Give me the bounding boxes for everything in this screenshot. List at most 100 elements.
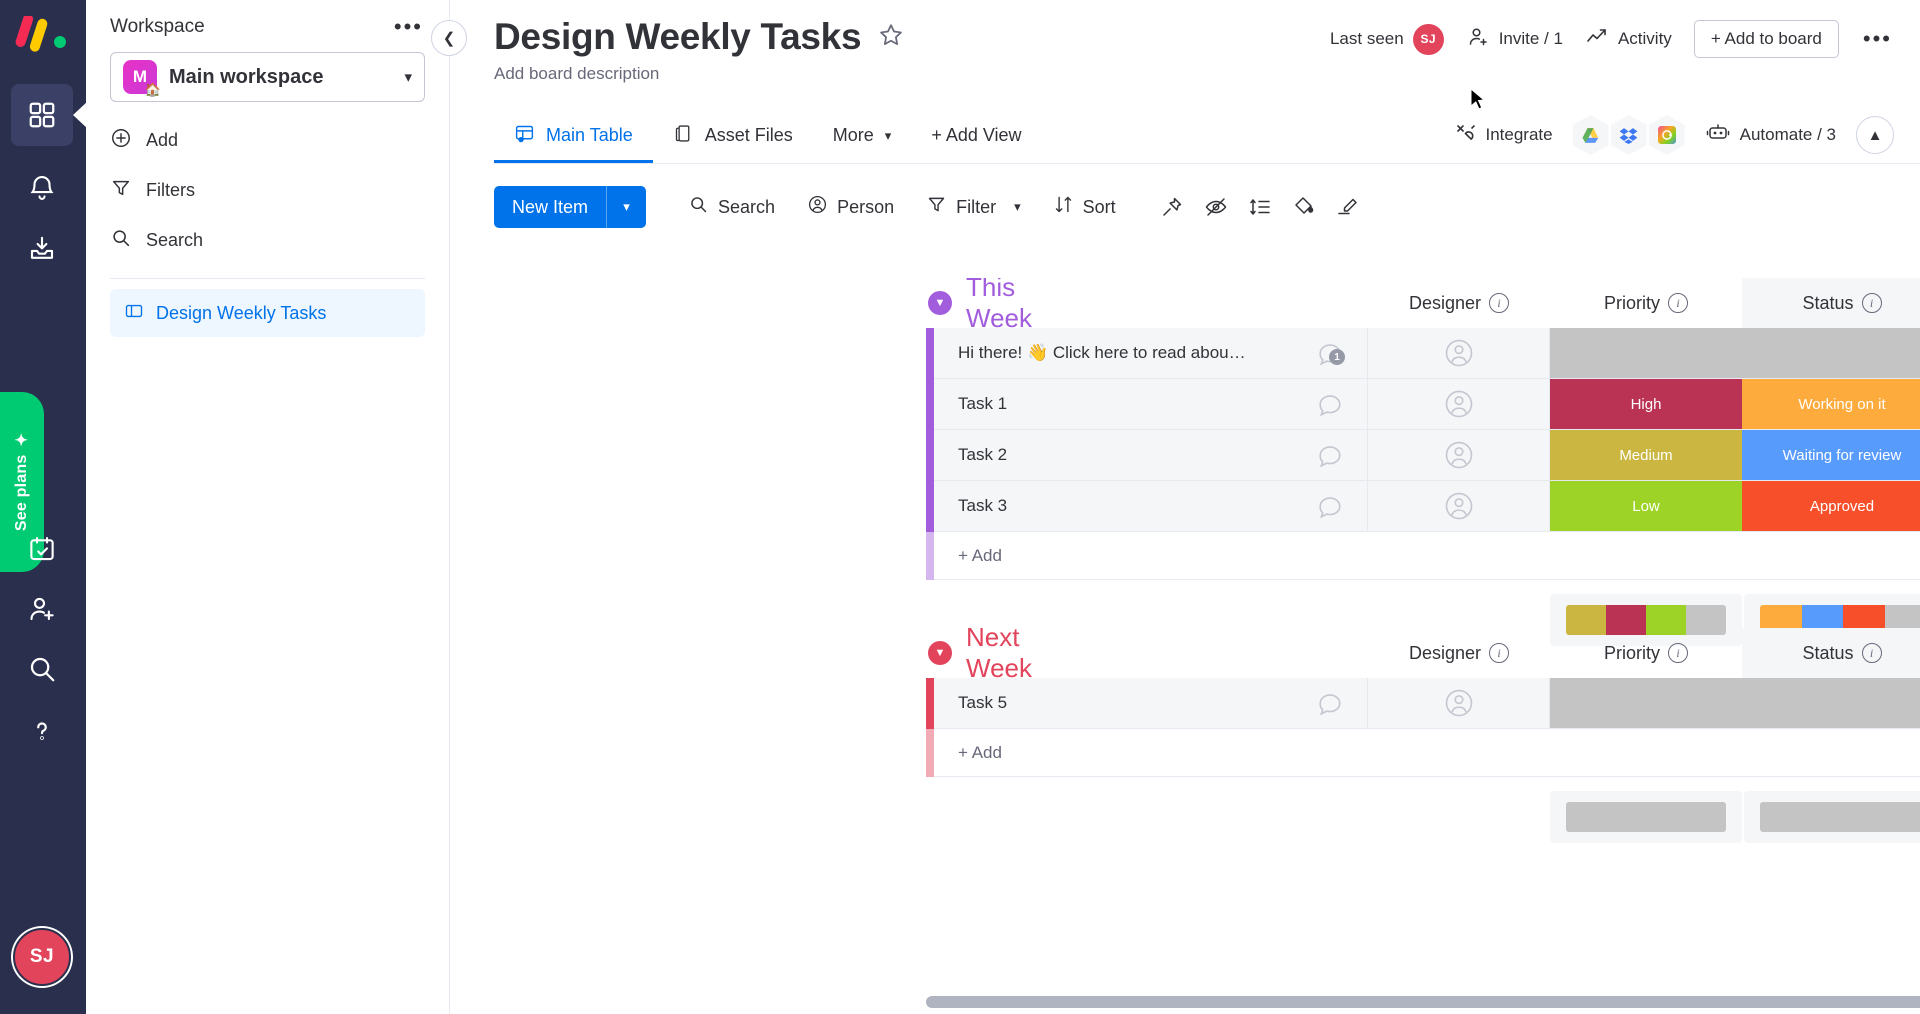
sidebar-collapse-button[interactable]: ❮ — [431, 20, 467, 56]
board-description[interactable]: Add board description — [494, 64, 1894, 84]
collapse-header-button[interactable]: ▲ — [1856, 116, 1894, 154]
user-avatar[interactable]: SJ — [13, 928, 71, 986]
item-name-text: Task 3 — [958, 496, 1007, 516]
tab-asset-files[interactable]: Asset Files — [653, 111, 813, 163]
last-seen[interactable]: Last seen SJ — [1330, 24, 1444, 55]
add-item-label: + Add — [958, 743, 1002, 763]
column-header-designer[interactable]: Designer i — [1368, 628, 1550, 678]
edit-pen-icon[interactable] — [1326, 186, 1370, 228]
integrate-button[interactable]: Integrate — [1453, 121, 1553, 150]
sidebar-item-design-weekly-tasks[interactable]: Design Weekly Tasks — [110, 289, 425, 337]
invite-button[interactable]: Invite / 1 — [1466, 25, 1563, 54]
row-group-color — [926, 678, 934, 729]
info-icon[interactable]: i — [1489, 293, 1509, 313]
sidebar-item-add[interactable]: Add — [110, 118, 425, 162]
filter-button[interactable]: Filter ▾ — [910, 186, 1037, 228]
sidebar-item-search-label: Search — [146, 230, 203, 251]
add-view-button[interactable]: + Add View — [911, 111, 1041, 163]
cell-status[interactable] — [1742, 328, 1920, 379]
tab-more[interactable]: More ▾ — [813, 111, 912, 163]
info-icon[interactable]: i — [1862, 293, 1882, 313]
add-item-row[interactable]: + Add — [934, 532, 1920, 580]
cell-priority[interactable]: Medium — [1550, 430, 1742, 481]
hide-eye-icon[interactable] — [1194, 186, 1238, 228]
status-label: Working on it — [1798, 396, 1885, 413]
column-header-designer[interactable]: Designer i — [1368, 278, 1550, 328]
rail-item-my-work[interactable] — [11, 518, 73, 580]
rail-item-notifications[interactable] — [11, 156, 73, 218]
info-icon[interactable]: i — [1668, 293, 1688, 313]
cell-priority[interactable] — [1550, 678, 1742, 729]
page-title[interactable]: Design Weekly Tasks — [494, 16, 861, 58]
google-drive-icon[interactable] — [1573, 115, 1609, 155]
sidebar-item-search[interactable]: Search — [110, 218, 425, 262]
sidebar-item-filters[interactable]: Filters — [110, 168, 425, 212]
color-fill-icon[interactable] — [1282, 186, 1326, 228]
summary-bar[interactable] — [1566, 802, 1726, 832]
cell-status[interactable]: Working on it — [1742, 379, 1920, 430]
add-item-row[interactable]: + Add — [934, 729, 1920, 777]
search-button[interactable]: Search — [672, 186, 791, 228]
cell-designer[interactable] — [1368, 481, 1550, 532]
dropbox-icon[interactable] — [1611, 115, 1647, 155]
monday-logo[interactable] — [14, 16, 70, 60]
column-header-status[interactable]: Status i — [1742, 628, 1920, 678]
pin-icon[interactable] — [1150, 186, 1194, 228]
tab-main-table[interactable]: Main Table — [494, 111, 653, 163]
automate-button[interactable]: Automate / 3 — [1705, 122, 1836, 149]
cell-item-name[interactable]: Task 1 — [934, 379, 1368, 430]
cell-priority[interactable]: High — [1550, 379, 1742, 430]
rail-item-invite[interactable] — [11, 578, 73, 640]
cell-designer[interactable] — [1368, 328, 1550, 379]
sparkle-icon: ✦ — [12, 433, 32, 447]
chevron-down-icon[interactable]: ▾ — [1014, 199, 1021, 215]
group-collapse-caret-icon[interactable]: ▼ — [928, 291, 952, 315]
last-seen-avatar[interactable]: SJ — [1413, 24, 1444, 55]
horizontal-scrollbar[interactable] — [926, 996, 1920, 1008]
cell-designer[interactable] — [1368, 678, 1550, 729]
sort-button[interactable]: Sort — [1037, 186, 1132, 228]
person-filter-button[interactable]: Person — [791, 186, 910, 228]
rail-item-inbox[interactable] — [11, 218, 73, 280]
view-tabs: Main Table Asset Files More ▾ + Add View — [494, 110, 1920, 164]
cell-priority[interactable] — [1550, 328, 1742, 379]
column-header-priority[interactable]: Priority i — [1550, 278, 1742, 328]
cell-priority[interactable]: Low — [1550, 481, 1742, 532]
group-this-week: ▼ This Week Designer i Priority i Status… — [450, 278, 926, 328]
invite-label: Invite / 1 — [1499, 29, 1563, 49]
adobe-creative-cloud-icon[interactable] — [1649, 115, 1685, 155]
row-height-icon[interactable] — [1238, 186, 1282, 228]
info-icon[interactable]: i — [1489, 643, 1509, 663]
cell-item-name[interactable]: Hi there! 👋 Click here to read abou…1 — [934, 328, 1368, 379]
workspace-name: Main workspace — [169, 66, 392, 89]
sort-label: Sort — [1083, 197, 1116, 218]
group-title[interactable]: This Week — [966, 278, 1032, 334]
group-title[interactable]: Next Week — [966, 622, 1032, 684]
cell-item-name[interactable]: Task 5 — [934, 678, 1368, 729]
cell-item-name[interactable]: Task 2 — [934, 430, 1368, 481]
new-item-button[interactable]: New Item ▾ — [494, 186, 646, 228]
workspace-selector[interactable]: M 🏠 Main workspace ▾ — [110, 52, 425, 102]
cell-designer[interactable] — [1368, 379, 1550, 430]
cell-status[interactable]: Waiting for review — [1742, 430, 1920, 481]
chevron-down-icon[interactable]: ▾ — [404, 68, 412, 86]
board-more-button[interactable]: ••• — [1861, 28, 1894, 50]
cell-status[interactable]: Approved — [1742, 481, 1920, 532]
favorite-star-icon[interactable] — [877, 21, 905, 54]
rail-item-help[interactable] — [11, 700, 73, 762]
cell-designer[interactable] — [1368, 430, 1550, 481]
summary-bar[interactable] — [1760, 802, 1920, 832]
rail-item-search[interactable] — [11, 638, 73, 700]
cell-status[interactable] — [1742, 678, 1920, 729]
new-item-caret-icon[interactable]: ▾ — [606, 186, 646, 228]
group-collapse-caret-icon[interactable]: ▼ — [928, 641, 952, 665]
rail-item-home[interactable] — [11, 84, 73, 146]
add-to-board-button[interactable]: + Add to board — [1694, 20, 1839, 58]
column-header-status[interactable]: Status i — [1742, 278, 1920, 328]
column-header-priority[interactable]: Priority i — [1550, 628, 1742, 678]
info-icon[interactable]: i — [1862, 643, 1882, 663]
cell-item-name[interactable]: Task 3 — [934, 481, 1368, 532]
activity-button[interactable]: Activity — [1585, 25, 1672, 54]
info-icon[interactable]: i — [1668, 643, 1688, 663]
workspace-more-button[interactable]: ••• — [392, 16, 425, 38]
